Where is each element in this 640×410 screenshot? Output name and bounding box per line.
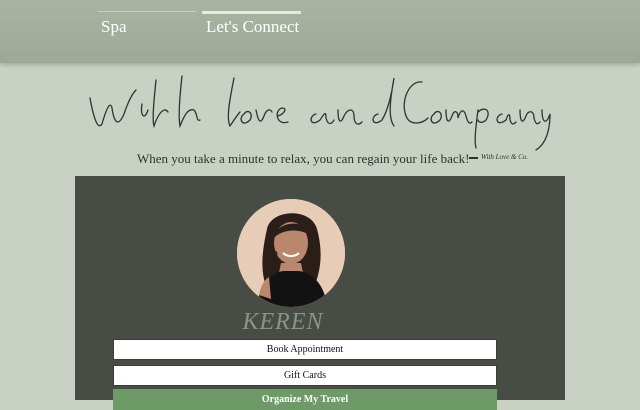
site-header: Spa Let's Connect: [0, 0, 640, 63]
tagline-signature: With Love & Co.: [481, 153, 529, 161]
nav-item-spa[interactable]: Spa: [98, 11, 196, 41]
gift-cards-button[interactable]: Gift Cards: [113, 365, 497, 386]
book-appointment-button[interactable]: Book Appointment: [113, 339, 497, 360]
tagline-dash: [469, 157, 478, 159]
script-title: [84, 70, 554, 152]
profile-avatar: [237, 199, 345, 307]
profile-name: KEREN: [242, 309, 324, 335]
tagline: When you take a minute to relax, you can…: [137, 151, 470, 166]
script-title-art: [89, 75, 551, 151]
profile-photo: [237, 199, 345, 307]
link-panel: KEREN Book Appointment Gift Cards Organi…: [75, 176, 565, 410]
nav-item-lets-connect[interactable]: Let's Connect: [202, 11, 301, 41]
